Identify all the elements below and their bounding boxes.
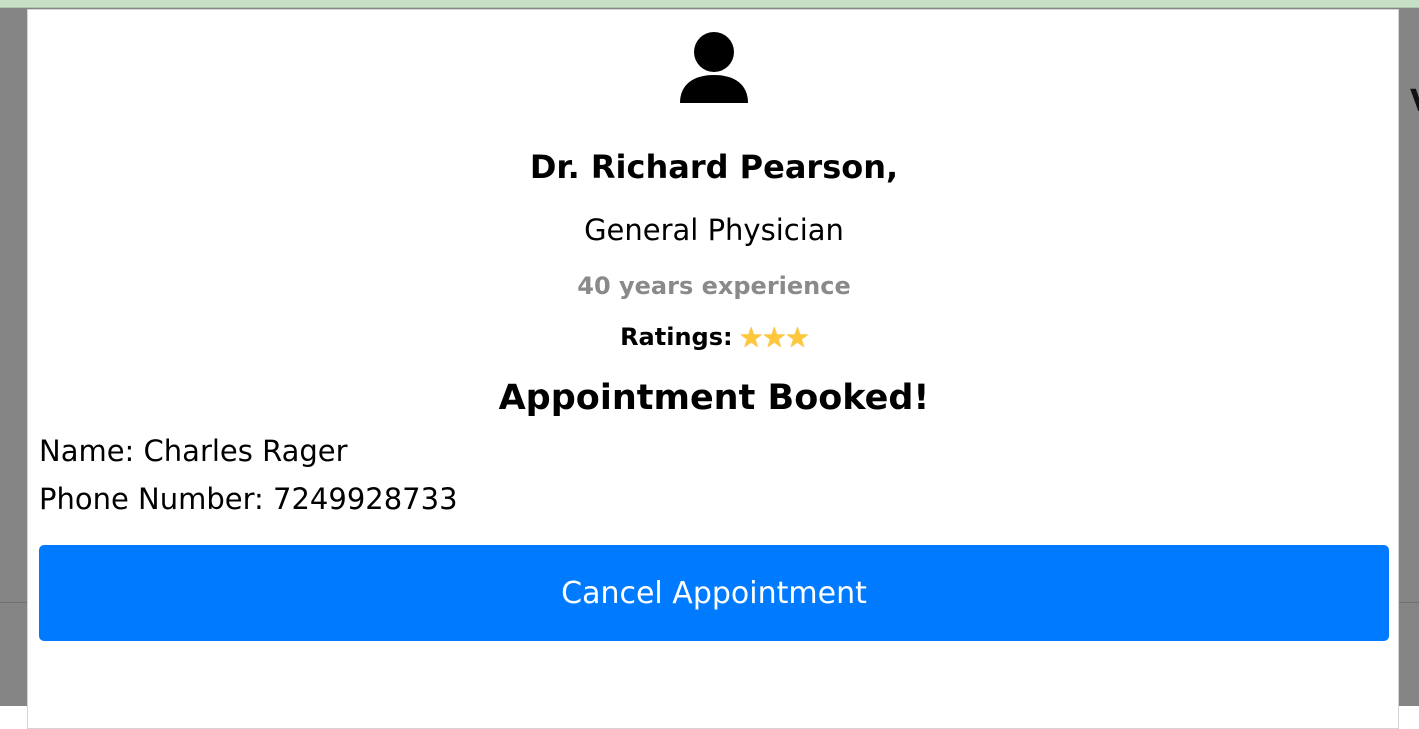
doctor-ratings: Ratings: ★★★ <box>28 323 1400 353</box>
cancel-appointment-button[interactable]: Cancel Appointment <box>39 545 1389 641</box>
star-icon: ★ <box>761 320 787 354</box>
doctor-experience: 40 years experience <box>577 272 851 300</box>
ratings-label: Ratings: <box>620 323 733 351</box>
star-icon: ★ <box>738 320 764 354</box>
booking-status-title: Appointment Booked! <box>498 378 930 418</box>
appointment-modal: Dr. Richard Pearson, General Physician 4… <box>27 9 1399 729</box>
patient-name: Name: Charles Rager <box>39 434 348 468</box>
background-divider-right <box>1399 602 1419 603</box>
rating-stars: ★★★ <box>738 320 810 354</box>
doctor-specialty: General Physician <box>584 213 844 247</box>
user-icon <box>680 32 748 103</box>
background-partial-text: V <box>1410 84 1419 119</box>
doctor-name: Dr. Richard Pearson, <box>529 148 899 186</box>
page-top-strip <box>0 0 1419 8</box>
star-icon: ★ <box>784 320 810 354</box>
background-divider <box>0 602 27 603</box>
patient-phone: Phone Number: 7249928733 <box>39 482 458 516</box>
